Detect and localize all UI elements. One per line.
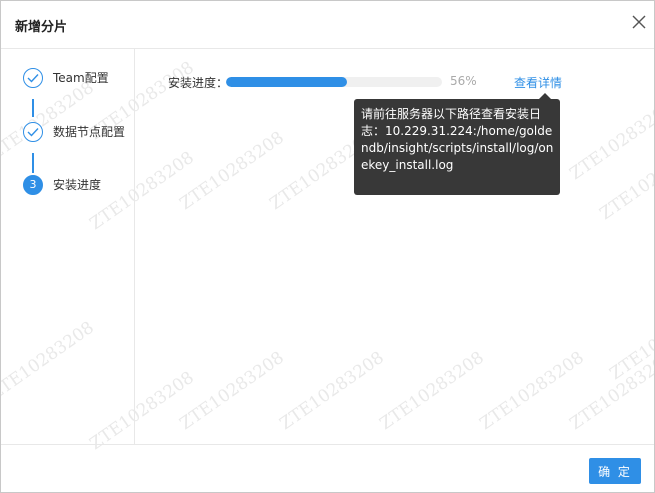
watermark-text: ZTE10283208	[606, 297, 654, 385]
step-data-node-config: 数据节点配置	[23, 122, 133, 144]
watermark-text: ZTE10283208	[566, 97, 654, 185]
progress-label: 安装进度：	[168, 76, 229, 90]
step-install-progress: 3 安装进度	[23, 175, 133, 197]
step-label: Team配置	[53, 71, 109, 85]
add-shard-dialog: ZTE10283208 ZTE10283208 ZTE10283208 ZTE1028…	[0, 0, 655, 493]
progress-percent: 56%	[450, 74, 477, 88]
step-connector	[32, 153, 34, 173]
check-icon	[27, 74, 39, 83]
close-icon	[632, 15, 646, 29]
view-details-link[interactable]: 查看详情	[514, 74, 562, 91]
close-button[interactable]	[628, 11, 650, 33]
dialog-footer: 确 定	[1, 444, 654, 492]
watermark-text: ZTE10283208	[596, 137, 654, 225]
dialog-header: 新增分片	[1, 1, 654, 49]
step-team-config: Team配置	[23, 68, 133, 90]
watermark-text: ZTE10283208	[176, 127, 288, 215]
check-icon	[27, 128, 39, 137]
step-label: 数据节点配置	[53, 125, 126, 139]
install-log-tooltip: 请前往服务器以下路径查看安装日志：10.229.31.224:/home/gol…	[354, 99, 560, 195]
step-label: 安装进度	[53, 178, 102, 192]
progress-fill	[226, 77, 347, 87]
step-done-indicator	[23, 68, 43, 88]
step-number-badge: 3	[23, 175, 43, 195]
steps-sidebar: Team配置 数据节点配置 3 安装进度	[1, 49, 135, 444]
confirm-button[interactable]: 确 定	[589, 458, 641, 484]
dialog-title: 新增分片	[15, 20, 68, 35]
watermark-text: ZTE10283208	[566, 347, 654, 435]
watermark-text: ZTE10283208	[276, 347, 388, 435]
watermark-text: ZTE10283208	[176, 347, 288, 435]
progress-track	[226, 77, 442, 87]
watermark-text: ZTE10283208	[376, 347, 488, 435]
watermark-text: ZTE10283208	[476, 347, 588, 435]
step-connector	[32, 99, 34, 117]
step-done-indicator	[23, 122, 43, 142]
